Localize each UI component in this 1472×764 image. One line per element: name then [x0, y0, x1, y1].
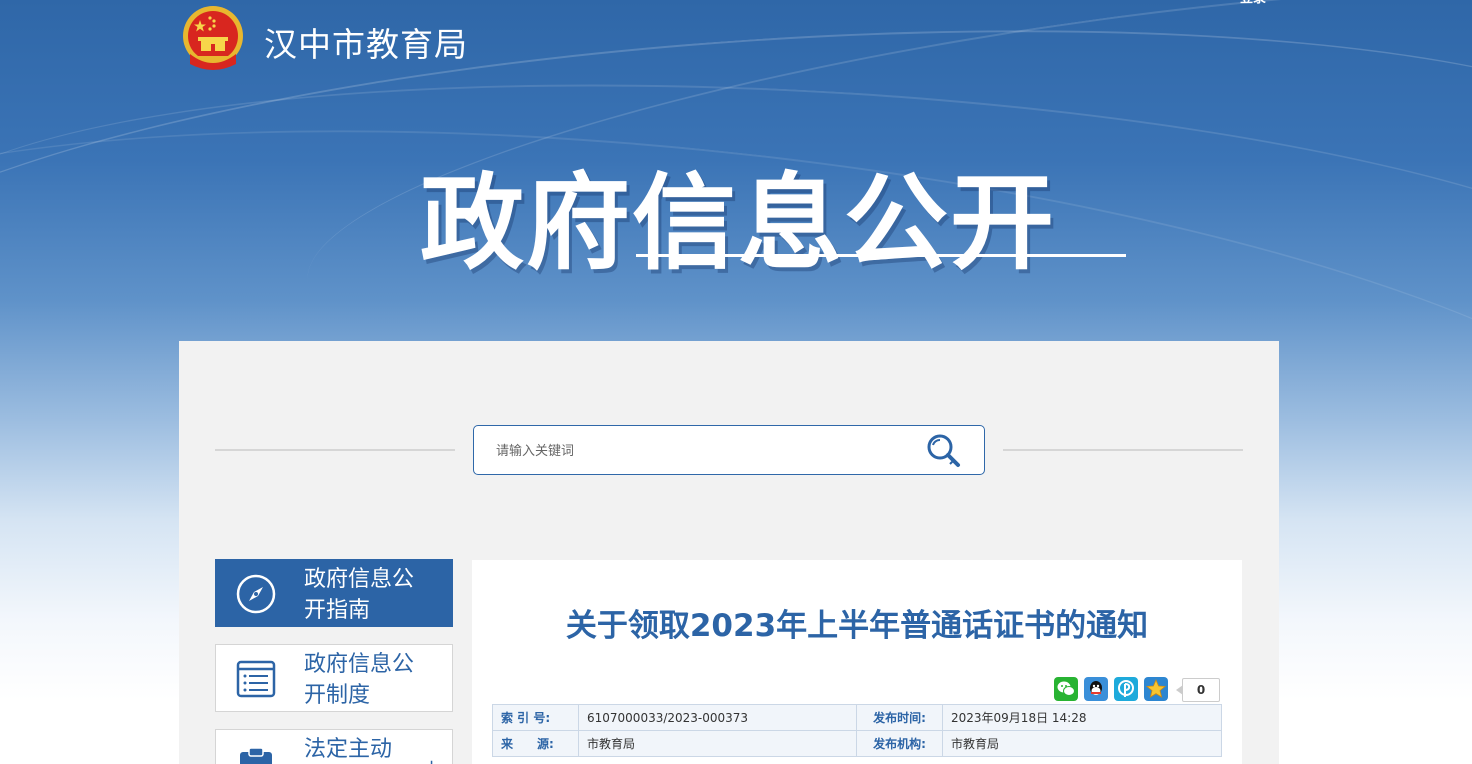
favorite-star-icon[interactable]	[1144, 677, 1168, 701]
meta-label: 索 引 号:	[492, 704, 579, 731]
meta-label: 来 源:	[492, 730, 579, 757]
article-content: 关于领取2023年上半年普通话证书的通知 0 索 引 号: 6107000033…	[472, 560, 1242, 764]
divider-right	[1003, 449, 1243, 451]
qq-icon[interactable]	[1084, 677, 1108, 701]
table-row: 索 引 号: 6107000033/2023-000373 发布时间: 2023…	[492, 704, 1222, 731]
clipboard-icon	[236, 744, 276, 764]
sidebar-item-statutory[interactable]: 法定主动 +	[215, 729, 453, 764]
article-meta-table: 索 引 号: 6107000033/2023-000373 发布时间: 2023…	[492, 704, 1222, 757]
main-panel: 政府信息公开指南 政府信息公开制度 法定主动 +	[179, 341, 1279, 764]
qzone-icon[interactable]	[1114, 677, 1138, 701]
share-count: 0	[1176, 678, 1220, 702]
search-box	[473, 425, 985, 475]
sidebar-item-label: 政府信息公开制度	[304, 652, 415, 708]
wechat-icon[interactable]	[1054, 677, 1078, 701]
expand-icon[interactable]: +	[424, 756, 439, 764]
search-icon[interactable]	[924, 432, 964, 470]
banner-title-underline	[636, 254, 1126, 257]
meta-value: 6107000033/2023-000373	[578, 704, 857, 731]
search-input[interactable]	[494, 440, 898, 462]
site-name[interactable]: 汉中市教育局	[264, 18, 468, 66]
meta-label: 发布机构:	[856, 730, 943, 757]
sidebar-item-disclosure-system[interactable]: 政府信息公开制度	[215, 644, 453, 712]
meta-label: 发布时间:	[856, 704, 943, 731]
sidebar-item-label: 政府信息公开指南	[304, 567, 415, 623]
sidebar-item-label: 法定主动	[304, 737, 393, 762]
meta-value: 市教育局	[942, 730, 1222, 757]
meta-value: 2023年09月18日 14:28	[942, 704, 1222, 731]
divider-left	[215, 449, 455, 451]
document-list-icon	[236, 659, 276, 699]
sidebar-item-disclosure-guide[interactable]: 政府信息公开指南	[215, 559, 453, 627]
compass-icon	[236, 574, 276, 614]
table-row: 来 源: 市教育局 发布机构: 市教育局	[492, 730, 1222, 757]
national-emblem-icon	[180, 4, 246, 72]
login-link[interactable]: 登录	[1240, 0, 1280, 6]
meta-value: 市教育局	[578, 730, 857, 757]
page-banner-title: 政府信息公开	[420, 162, 1057, 284]
article-title: 关于领取2023年上半年普通话证书的通知	[565, 608, 1149, 644]
